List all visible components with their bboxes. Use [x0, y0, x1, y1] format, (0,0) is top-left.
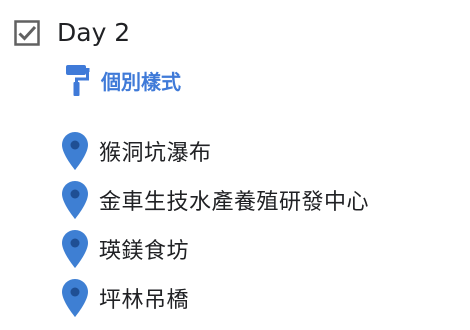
individual-style-label: 個別樣式 — [101, 69, 181, 94]
map-pin-icon — [60, 131, 90, 171]
layer-visibility-checkbox[interactable] — [14, 20, 40, 46]
map-pin-icon — [60, 229, 90, 269]
place-item[interactable]: 坪林吊橋 — [60, 273, 369, 322]
place-label: 坪林吊橋 — [99, 287, 190, 313]
place-item[interactable]: 猴洞坑瀑布 — [60, 126, 369, 175]
map-pin-icon — [60, 180, 90, 220]
layer-header[interactable]: Day 2 — [14, 16, 130, 50]
paint-roller-icon — [63, 62, 93, 98]
layer-title: Day 2 — [57, 18, 131, 47]
map-pin-icon — [60, 278, 90, 318]
checkbox-checked-icon — [14, 20, 40, 46]
place-label: 瑛鎂食坊 — [99, 238, 190, 264]
individual-style-button[interactable]: 個別樣式 — [63, 62, 181, 98]
place-label: 金車生技水產養殖研發中心 — [99, 189, 370, 215]
place-item[interactable]: 瑛鎂食坊 — [60, 224, 369, 273]
place-item[interactable]: 金車生技水產養殖研發中心 — [60, 175, 369, 224]
place-list: 猴洞坑瀑布 金車生技水產養殖研發中心 瑛鎂食坊 坪林吊橋 — [60, 126, 369, 322]
place-label: 猴洞坑瀑布 — [99, 140, 212, 166]
